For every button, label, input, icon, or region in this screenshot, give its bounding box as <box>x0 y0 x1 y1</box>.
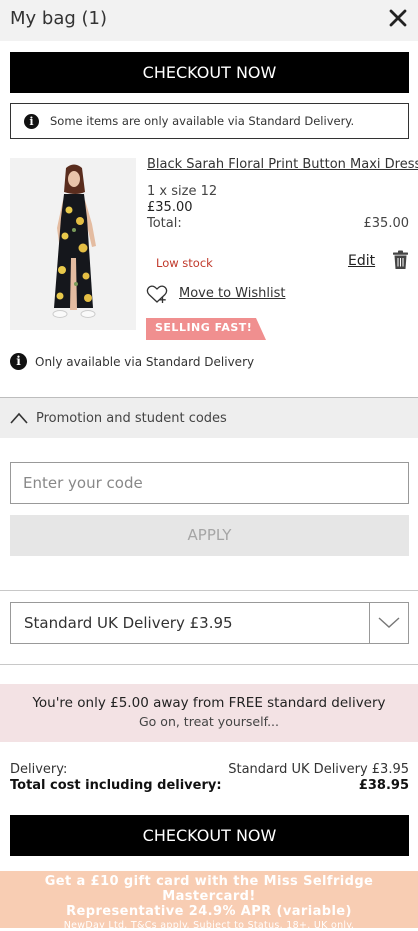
standard-delivery-only-text: Only available via Standard Delivery <box>35 354 255 369</box>
heart-icon[interactable] <box>146 284 168 304</box>
edit-item-link[interactable]: Edit <box>348 253 375 269</box>
free-delivery-subtext: Go on, treat yourself... <box>138 714 279 729</box>
card-apr-text: Representative 24.9% APR (variable) <box>66 904 352 919</box>
chevron-down-icon[interactable] <box>370 603 408 643</box>
delivery-label: Delivery: <box>10 762 68 777</box>
chevron-up-icon <box>10 412 28 424</box>
delivery-method-value: Standard UK Delivery £3.95 <box>24 614 233 632</box>
item-total-label: Total: <box>147 216 182 231</box>
total-cost-label: Total cost including delivery: <box>10 778 222 793</box>
standard-delivery-only-note: i Only available via Standard Delivery <box>10 353 254 370</box>
dress-photo <box>10 158 136 330</box>
delivery-value: Standard UK Delivery £3.95 <box>228 762 409 777</box>
trash-icon[interactable] <box>392 250 409 270</box>
promo-codes-toggle[interactable]: Promotion and student codes <box>0 397 418 438</box>
total-cost-value: £38.95 <box>358 778 409 793</box>
product-image[interactable] <box>10 158 136 330</box>
delivery-method-select[interactable]: Standard UK Delivery £3.95 <box>10 602 409 644</box>
quantity-size: 1 x size 12 <box>147 184 218 199</box>
info-icon: i <box>10 353 27 370</box>
product-name-link[interactable]: Black Sarah Floral Print Button Maxi Dre… <box>147 157 418 172</box>
apply-button[interactable]: APPLY <box>10 515 409 556</box>
close-icon <box>389 9 407 27</box>
divider <box>0 664 418 665</box>
checkout-button-top[interactable]: CHECKOUT NOW <box>10 52 409 93</box>
unit-price: £35.00 <box>147 200 193 215</box>
mastercard-promo-banner[interactable]: Get a £10 gift card with the Miss Selfri… <box>0 871 418 931</box>
card-offer-text: Get a £10 gift card with the Miss Selfri… <box>44 874 374 904</box>
free-delivery-banner: You're only £5.00 away from FREE standar… <box>0 684 418 742</box>
promo-code-input[interactable] <box>10 462 409 504</box>
divider <box>0 590 418 591</box>
notice-text: Some items are only available via Standa… <box>50 114 355 128</box>
card-terms-text: NewDay Ltd. T&Cs apply. Subject to Statu… <box>63 920 355 931</box>
info-icon: i <box>24 113 39 129</box>
item-total-value: £35.00 <box>363 216 410 231</box>
chevron-down-glyph <box>378 617 400 628</box>
delivery-notice: i Some items are only available via Stan… <box>10 103 409 139</box>
page-title: My bag (1) <box>10 8 108 29</box>
bag-header: My bag (1) <box>0 0 418 41</box>
stock-status: Low stock <box>156 256 213 270</box>
close-button[interactable] <box>386 3 410 33</box>
promo-toggle-label: Promotion and student codes <box>36 410 227 426</box>
checkout-button-bottom[interactable]: CHECKOUT NOW <box>10 815 409 856</box>
move-to-wishlist-link[interactable]: Move to Wishlist <box>179 286 285 301</box>
free-delivery-message: You're only £5.00 away from FREE standar… <box>32 695 386 711</box>
selling-fast-badge: SELLING FAST! <box>155 321 253 334</box>
